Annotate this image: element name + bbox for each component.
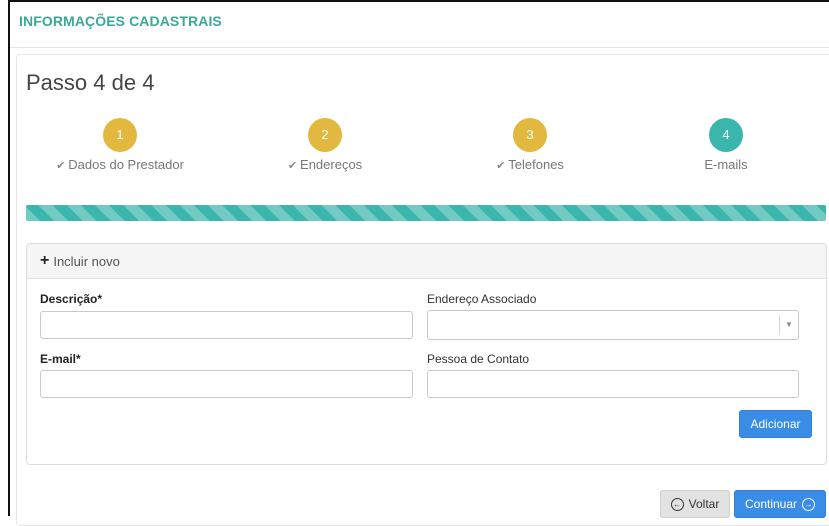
check-icon: ✔	[287, 160, 298, 172]
wizard-step-4[interactable]: 4 E-mails	[626, 118, 826, 172]
step-label-text: Telefones	[508, 157, 564, 172]
circle-arrow-left-icon: ←	[670, 497, 684, 511]
wizard-progress-bar	[26, 205, 826, 221]
step-number-circle: 3	[513, 118, 547, 152]
step-label-text: Dados do Prestador	[68, 157, 184, 172]
back-button-label: Voltar	[688, 497, 720, 511]
check-icon: ✔	[56, 160, 66, 172]
include-new-label: Incluir novo	[53, 253, 120, 269]
window-frame-top	[8, 0, 829, 2]
step-number-circle: 1	[103, 118, 137, 152]
wizard-step-3[interactable]: 3 ✔ Telefones	[430, 118, 630, 172]
step-label-text: Endereços	[300, 157, 363, 172]
window-frame-left	[8, 0, 10, 516]
email-input[interactable]	[40, 370, 413, 398]
continue-button-label: Continuar	[744, 497, 798, 511]
page-title: INFORMAÇÕES CADASTRAIS	[19, 13, 222, 29]
endereco-associado-label: Endereço Associado	[427, 292, 537, 306]
header-divider	[10, 47, 829, 48]
add-button[interactable]: Adicionar	[739, 410, 812, 438]
step-heading: Passo 4 de 4	[26, 70, 155, 95]
pessoa-contato-label: Pessoa de Contato	[427, 352, 530, 366]
step-label-text: E-mails	[704, 157, 748, 172]
continue-button[interactable]: Continuar →	[734, 490, 826, 518]
caret-down-icon: ▼	[779, 315, 798, 335]
step-number-circle: 2	[308, 118, 342, 152]
wizard-step-1[interactable]: 1 ✔ Dados do Prestador	[20, 118, 220, 172]
pessoa-contato-input[interactable]	[427, 370, 799, 398]
step-label: ✔ Dados do Prestador	[20, 157, 220, 172]
email-label: E-mail*	[40, 352, 81, 366]
step-label: ✔ Endereços	[225, 157, 425, 172]
endereco-associado-select[interactable]: ▼	[427, 310, 799, 340]
back-button[interactable]: ← Voltar	[660, 490, 730, 518]
include-new-header[interactable]: + Incluir novo	[27, 244, 826, 279]
step-label: ✔ Telefones	[430, 157, 630, 172]
check-icon: ✔	[496, 160, 506, 172]
plus-icon: +	[40, 252, 50, 269]
wizard-step-2[interactable]: 2 ✔ Endereços	[225, 118, 425, 172]
step-label: E-mails	[626, 157, 826, 172]
descricao-input[interactable]	[40, 311, 413, 339]
circle-arrow-right-icon: →	[802, 497, 816, 511]
descricao-label: Descrição*	[40, 292, 103, 306]
step-number-circle: 4	[709, 118, 743, 152]
